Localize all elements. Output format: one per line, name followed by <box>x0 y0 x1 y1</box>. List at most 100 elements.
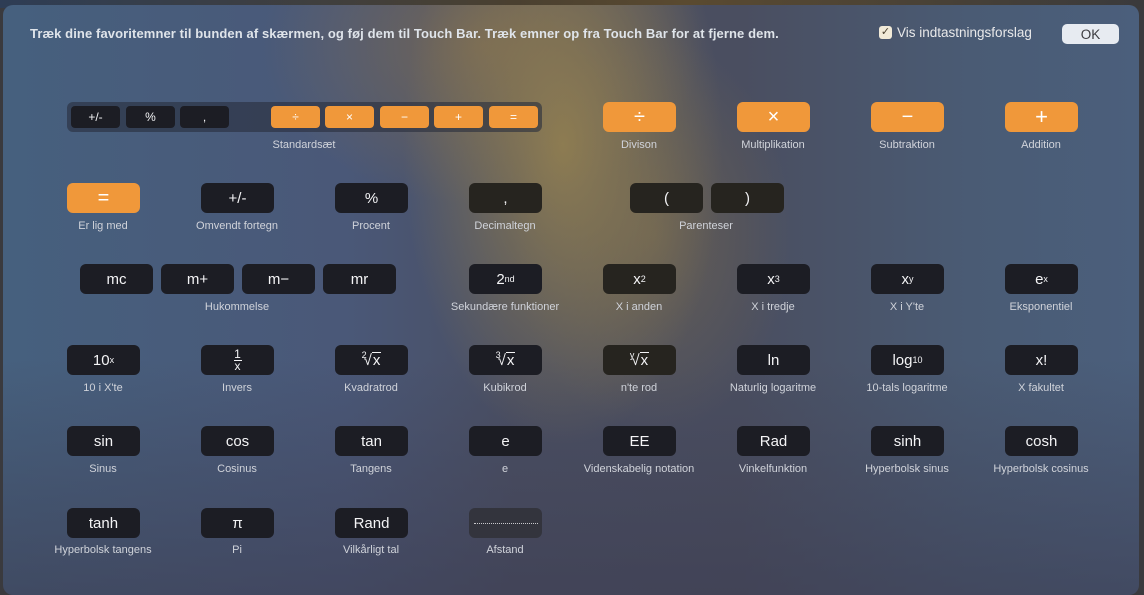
e-key[interactable]: e <box>469 426 542 456</box>
tanh-label: Hyperbolsk tangens <box>54 544 152 556</box>
memory-label: Hukommelse <box>204 301 270 313</box>
memory-subtract-key[interactable]: m− <box>242 264 315 294</box>
random-label: Vilkårligt tal <box>342 544 400 556</box>
inverse-key[interactable]: 1x <box>201 345 274 375</box>
touchbar-customization-sheet <box>3 5 1139 595</box>
cube-root-key[interactable]: 3 √ x <box>469 345 542 375</box>
cos-key[interactable]: cos <box>201 426 274 456</box>
x-squared-base: x <box>633 270 641 288</box>
inverse-den: x <box>234 358 241 373</box>
negate-key[interactable]: +/- <box>201 183 274 213</box>
natural-log-label: Naturlig logaritme <box>729 382 817 394</box>
typing-suggestions-label: Vis indtastningsforslag <box>897 25 1032 40</box>
cosh-label: Hyperbolsk cosinus <box>993 463 1089 475</box>
factorial-label: X fakultet <box>1018 382 1064 394</box>
standard-negate-key: +/- <box>71 106 120 128</box>
cosh-key[interactable]: cosh <box>1005 426 1078 456</box>
second-base: 2 <box>496 270 505 288</box>
random-key[interactable]: Rand <box>335 508 408 538</box>
space-label: Afstand <box>486 544 524 556</box>
memory-clear-key[interactable]: mc <box>80 264 153 294</box>
nth-root-label: n'te rod <box>620 382 658 394</box>
log10-key[interactable]: log 10 <box>871 345 944 375</box>
x-pow-y-key[interactable]: xy <box>871 264 944 294</box>
subtraction-key[interactable]: − <box>871 102 944 132</box>
standard-percent-key: % <box>126 106 175 128</box>
ten-pow-x-key[interactable]: 10 x <box>67 345 140 375</box>
x-cubed-key[interactable]: x3 <box>737 264 810 294</box>
inverse-label: Invers <box>222 382 252 394</box>
nth-root-key[interactable]: y √ x <box>603 345 676 375</box>
standard-divide-key: ÷ <box>271 106 320 128</box>
percent-label: Procent <box>352 220 390 232</box>
pi-label: Pi <box>232 544 242 556</box>
tanh-key[interactable]: tanh <box>67 508 140 538</box>
second-functions-key[interactable]: 2nd <box>469 264 542 294</box>
checkbox-checked-icon[interactable]: ✓ <box>879 26 892 39</box>
sin-key[interactable]: sin <box>67 426 140 456</box>
ten-pow-x-label: 10 i X'te <box>83 382 123 394</box>
x-pow-y-label: X i Y'te <box>889 301 925 313</box>
standard-add-key: + <box>434 106 483 128</box>
exponential-key[interactable]: ex <box>1005 264 1078 294</box>
close-parenthesis-key[interactable]: ) <box>711 183 784 213</box>
cube-root-icon: 3 √ x <box>495 349 516 369</box>
equals-label: Er lig med <box>78 220 128 232</box>
ten-pow-x-base: 10 <box>92 351 110 369</box>
equals-key[interactable]: = <box>67 183 140 213</box>
sin-label: Sinus <box>89 463 117 475</box>
tan-label: Tangens <box>350 463 392 475</box>
nth-root-icon: y √ x <box>629 349 650 369</box>
square-root-icon: 2 √ x <box>361 349 382 369</box>
ok-button[interactable]: OK <box>1062 24 1119 44</box>
memory-recall-key[interactable]: mr <box>323 264 396 294</box>
percent-key[interactable]: % <box>335 183 408 213</box>
addition-key[interactable]: + <box>1005 102 1078 132</box>
division-label: Divison <box>620 139 658 151</box>
x-pow-y-base: x <box>901 270 910 288</box>
instruction-text: Træk dine favoritemner til bunden af skæ… <box>30 26 779 41</box>
standard-subtract-key: − <box>380 106 429 128</box>
decimal-key[interactable]: , <box>469 183 542 213</box>
x-cubed-base: x <box>767 270 775 288</box>
scientific-notation-key[interactable]: EE <box>603 426 676 456</box>
x-cubed-label: X i tredje <box>751 301 795 313</box>
multiplication-key[interactable]: × <box>737 102 810 132</box>
cube-root-label: Kubikrod <box>483 382 527 394</box>
standard-equals-key: = <box>489 106 538 128</box>
memory-add-key[interactable]: m+ <box>161 264 234 294</box>
parentheses-label: Parenteser <box>679 220 733 232</box>
standard-multiply-key: × <box>325 106 374 128</box>
x-squared-key[interactable]: x2 <box>603 264 676 294</box>
multiplication-label: Multiplikation <box>741 139 805 151</box>
sinh-key[interactable]: sinh <box>871 426 944 456</box>
addition-label: Addition <box>1021 139 1061 151</box>
x-squared-label: X i anden <box>615 301 663 313</box>
space-key[interactable] <box>469 508 542 538</box>
square-root-label: Kvadratrod <box>344 382 398 394</box>
division-key[interactable]: ÷ <box>603 102 676 132</box>
rad-label: Vinkelfunktion <box>738 463 808 475</box>
exp-base: e <box>1035 270 1044 288</box>
inverse-fraction: 1x <box>233 346 242 373</box>
typing-suggestions-toggle[interactable]: ✓ Vis indtastningsforslag <box>879 25 1032 40</box>
second-functions-label: Sekundære funktioner <box>450 301 560 313</box>
inverse-num: 1 <box>234 346 241 361</box>
cos-label: Cosinus <box>217 463 257 475</box>
open-parenthesis-key[interactable]: ( <box>630 183 703 213</box>
standard-set-label: Standardsæt <box>272 139 336 151</box>
square-root-key[interactable]: 2 √ x <box>335 345 408 375</box>
e-label: e <box>501 463 509 475</box>
tan-key[interactable]: tan <box>335 426 408 456</box>
scientific-notation-label: Videnskabelig notation <box>583 463 695 475</box>
sinh-label: Hyperbolsk sinus <box>865 463 949 475</box>
exponential-label: Eksponentiel <box>1009 301 1073 313</box>
rad-key[interactable]: Rad <box>737 426 810 456</box>
log10-base: log <box>892 351 913 369</box>
natural-log-key[interactable]: ln <box>737 345 810 375</box>
dotted-line-icon <box>473 522 538 524</box>
pi-key[interactable]: π <box>201 508 274 538</box>
standard-decimal-key: , <box>180 106 229 128</box>
factorial-key[interactable]: x! <box>1005 345 1078 375</box>
negate-label: Omvendt fortegn <box>196 220 278 232</box>
